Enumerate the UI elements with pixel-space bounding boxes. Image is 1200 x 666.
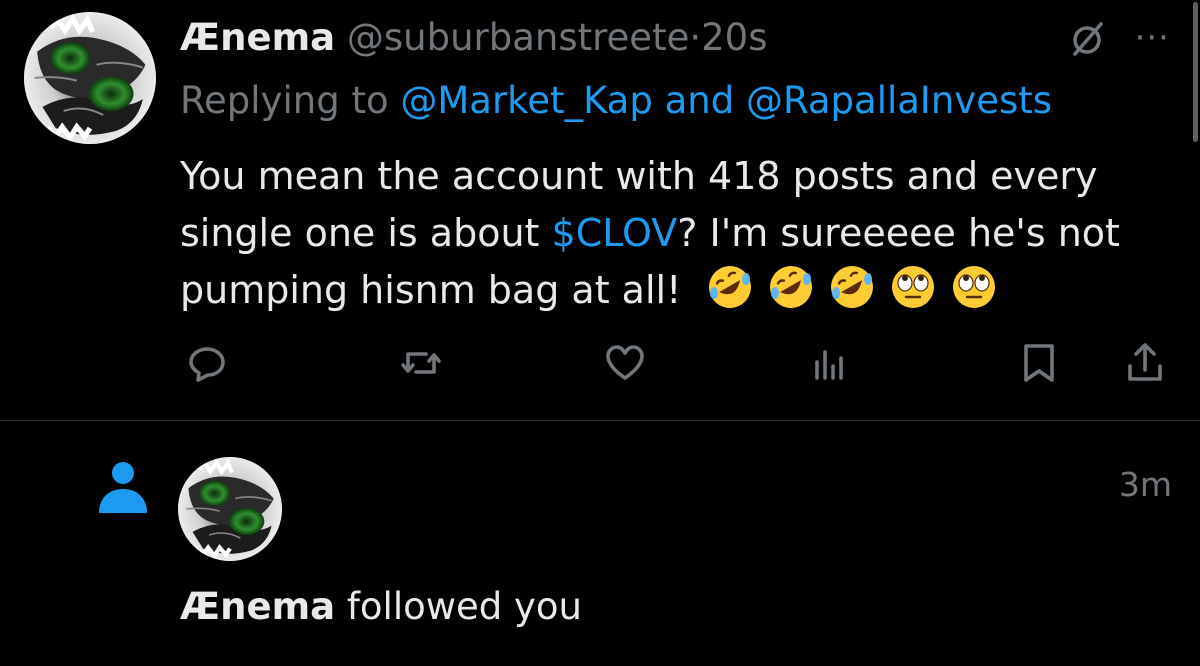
tweet[interactable]: Ænema @suburbanstreete·20s ··· Replying …: [0, 0, 1200, 420]
follower-avatar[interactable]: [178, 457, 282, 561]
rolling-on-floor-laughing-icon: [767, 263, 816, 311]
rolling-on-floor-laughing-icon: [706, 263, 755, 311]
author-handle[interactable]: @suburbanstreete: [347, 16, 689, 59]
face-with-rolling-eyes-icon: [889, 263, 937, 311]
face-with-rolling-eyes-icon: [950, 263, 998, 311]
rolling-on-floor-laughing-icon: [828, 263, 877, 311]
notification-action: followed you: [335, 585, 582, 628]
reply-icon[interactable]: [184, 340, 230, 386]
author-avatar[interactable]: [24, 12, 156, 144]
author-name[interactable]: Ænema: [180, 16, 335, 59]
like-icon[interactable]: [602, 340, 648, 386]
replying-mentions[interactable]: @Market_Kap and @RapallaInvests: [400, 79, 1052, 122]
retweet-icon[interactable]: [398, 340, 444, 386]
views-icon[interactable]: [806, 340, 852, 386]
grok-icon[interactable]: [1067, 18, 1107, 58]
replying-to: Replying to @Market_Kap and @RapallaInve…: [180, 78, 1052, 124]
scrollbar-thumb[interactable]: [1193, 2, 1198, 142]
tweet-actions: [0, 340, 1200, 386]
tweet-time[interactable]: 20s: [701, 16, 767, 59]
notification-time: 3m: [1118, 465, 1172, 504]
separator-dot: ·: [689, 16, 702, 59]
follow-notification[interactable]: 3m Ænema followed you: [0, 421, 1200, 666]
person-icon: [96, 459, 150, 515]
bookmark-icon[interactable]: [1016, 340, 1062, 386]
tweet-text: You mean the account with 418 posts and …: [180, 148, 1180, 319]
follower-name[interactable]: Ænema: [180, 585, 335, 628]
notification-text: Ænema followed you: [180, 584, 582, 630]
more-icon[interactable]: ···: [1135, 21, 1170, 55]
share-icon[interactable]: [1122, 340, 1168, 386]
replying-prefix: Replying to: [180, 79, 389, 122]
tweet-top-icons: ···: [1067, 18, 1170, 58]
tweet-header: Ænema @suburbanstreete·20s: [180, 16, 767, 60]
cashtag-link[interactable]: $CLOV: [552, 211, 678, 255]
